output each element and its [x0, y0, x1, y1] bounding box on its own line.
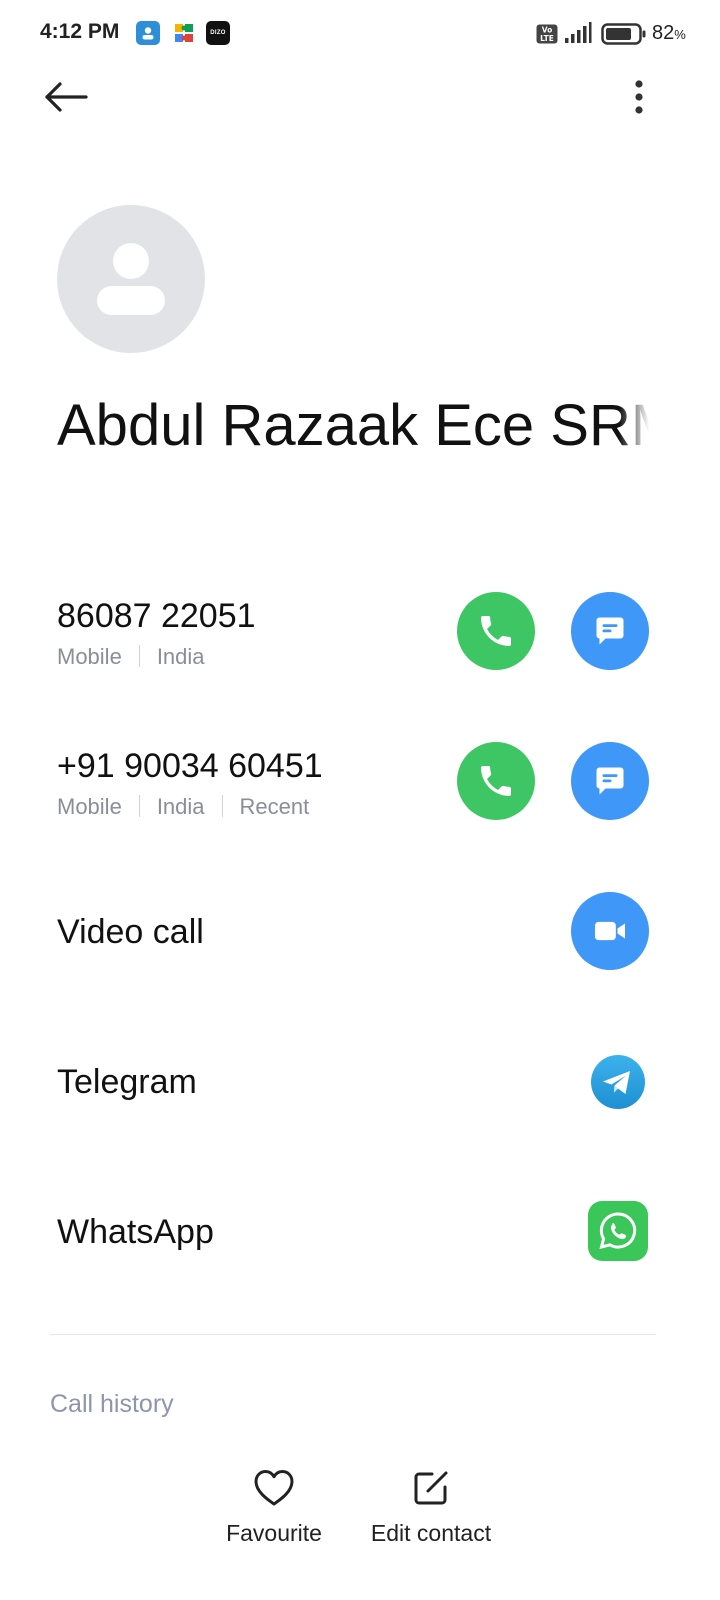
contact-name: Abdul Razaak Ece SRM [57, 388, 649, 464]
contact-avatar [57, 205, 205, 353]
edit-contact-button[interactable]: Edit contact [361, 1468, 501, 1547]
battery-percent-sign: % [674, 27, 686, 42]
status-time: 4:12 PM [40, 20, 120, 43]
telegram-label[interactable]: Telegram [57, 1063, 197, 1102]
phone-1-details: Mobile India [57, 644, 205, 670]
message-icon [596, 617, 624, 645]
phone-2-type: Mobile [57, 794, 122, 819]
telegram-button[interactable] [590, 1054, 646, 1110]
more-vertical-icon [635, 80, 643, 114]
battery-percentage: 82% [652, 22, 686, 45]
whatsapp-icon [588, 1201, 648, 1261]
arrow-left-icon [45, 82, 88, 112]
telegram-icon [591, 1055, 645, 1109]
separator [138, 795, 140, 818]
call-button-2[interactable] [457, 742, 535, 820]
phone-2-region: India [156, 794, 205, 819]
battery-icon [601, 23, 647, 45]
favourite-label: Favourite [226, 1520, 322, 1546]
message-button-2[interactable] [571, 742, 649, 820]
dizo-app-icon: DIZO [206, 21, 230, 45]
volte-icon: Vo LTE [536, 24, 558, 44]
video-call-button[interactable] [571, 892, 649, 970]
edit-icon [414, 1471, 448, 1505]
name-fade-overlay [619, 388, 649, 464]
phone-1-region: India [156, 644, 205, 669]
phone-icon [481, 616, 511, 646]
phone-2-tag: Recent [239, 794, 310, 819]
message-icon [596, 767, 624, 795]
person-placeholder-icon [97, 243, 165, 315]
puzzle-app-icon [172, 21, 196, 45]
more-options-button[interactable] [620, 76, 660, 120]
phone-2-details: Mobile India Recent [57, 794, 309, 820]
whatsapp-button[interactable] [588, 1201, 648, 1261]
phone-number-1[interactable]: 86087 22051 [57, 597, 256, 636]
back-button[interactable] [40, 76, 92, 120]
call-history-heading: Call history [50, 1390, 174, 1418]
whatsapp-label[interactable]: WhatsApp [57, 1213, 214, 1252]
battery-percent-value: 82 [652, 22, 675, 44]
separator [221, 795, 223, 818]
message-button-1[interactable] [571, 592, 649, 670]
phone-1-type: Mobile [57, 644, 122, 669]
favourite-button[interactable]: Favourite [214, 1468, 334, 1547]
edit-contact-label: Edit contact [370, 1520, 492, 1546]
contacts-app-icon [136, 21, 160, 45]
heart-icon [254, 1470, 294, 1506]
separator [138, 645, 140, 668]
contact-name-text: Abdul Razaak Ece SRM [57, 393, 649, 458]
section-divider [50, 1334, 656, 1335]
video-call-label[interactable]: Video call [57, 913, 204, 952]
call-button-1[interactable] [457, 592, 535, 670]
phone-icon [481, 766, 511, 796]
signal-icon [564, 22, 592, 44]
phone-number-2[interactable]: +91 90034 60451 [57, 747, 323, 786]
svg-text:LTE: LTE [540, 34, 554, 43]
video-camera-icon [595, 921, 625, 941]
